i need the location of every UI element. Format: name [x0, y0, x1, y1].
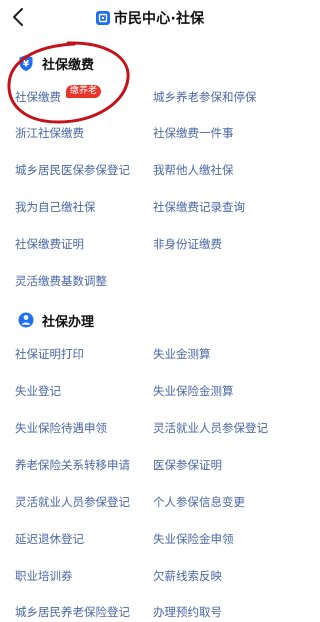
top-bar: 市民中心·社保 — [0, 0, 300, 36]
link-jumin-yibao[interactable]: 城乡居民医保参保登记 — [15, 162, 130, 178]
link-jumin-yanglao-dengji[interactable]: 城乡居民养老保险登记 — [15, 604, 130, 620]
section-header-service: 社保办理 — [18, 308, 94, 332]
link-jilu-chaxun[interactable]: 社保缴费记录查询 — [153, 199, 245, 215]
link-yanchi-tuixiu[interactable]: 延迟退休登记 — [15, 531, 84, 547]
section-title: 社保办理 — [42, 314, 95, 330]
link-wei-ziji[interactable]: 我为自己缴社保 — [15, 199, 96, 215]
link-yibao-zhengming[interactable]: 医保参保证明 — [153, 457, 222, 473]
link-qianxin-fanying[interactable]: 欠薪线索反映 — [153, 568, 222, 584]
app-logo-icon — [95, 11, 110, 25]
link-geren-biangeng[interactable]: 个人参保信息变更 — [153, 494, 245, 510]
link-yuyue-quhao[interactable]: 办理预约取号 — [153, 604, 222, 620]
link-shiye-daiyu[interactable]: 失业保险待遇申领 — [15, 420, 107, 436]
chevron-left-icon — [13, 8, 23, 26]
link-jiaofei-yijianshi[interactable]: 社保缴费一件事 — [153, 125, 234, 141]
page-title: 市民中心·社保 — [113, 11, 205, 27]
link-shiye-baoxianjin-cesuan[interactable]: 失业保险金测算 — [153, 383, 234, 399]
link-jiaofei-zhengming[interactable]: 社保缴费证明 — [15, 236, 84, 252]
link-shebao-jiaofei[interactable]: 社保缴费 — [15, 89, 61, 105]
link-shiye-shenling[interactable]: 失业保险金申领 — [153, 531, 234, 547]
link-bang-taren[interactable]: 我帮他人缴社保 — [153, 162, 234, 178]
badge-jiaoyanglao: 缴养老 — [66, 85, 102, 98]
link-linghuo-jiuye-1[interactable]: 灵活就业人员参保登记 — [153, 420, 268, 436]
link-shiyejin-cesuan[interactable]: 失业金测算 — [153, 346, 211, 362]
link-zhengming-dayin[interactable]: 社保证明打印 — [15, 346, 84, 362]
back-button[interactable] — [6, 4, 30, 30]
link-fei-shenfenzheng[interactable]: 非身份证缴费 — [153, 236, 222, 252]
link-yanglao-zhuanyi[interactable]: 养老保险关系转移申请 — [15, 457, 130, 473]
page-title-group: 市民中心·社保 — [95, 8, 205, 28]
link-shiye-dengji[interactable]: 失业登记 — [15, 383, 61, 399]
link-zhiye-peixun[interactable]: 职业培训券 — [15, 568, 73, 584]
link-linghuo-jiuye-2[interactable]: 灵活就业人员参保登记 — [15, 494, 130, 510]
hand-drawn-circle-annotation — [7, 41, 130, 124]
link-chengxiang-yanglao[interactable]: 城乡养老参保和停保 — [153, 89, 257, 105]
link-zhejiang-shebao[interactable]: 浙江社保缴费 — [15, 125, 84, 141]
link-jishu-tiaozheng[interactable]: 灵活缴费基数调整 — [15, 273, 107, 289]
person-icon — [18, 312, 34, 328]
